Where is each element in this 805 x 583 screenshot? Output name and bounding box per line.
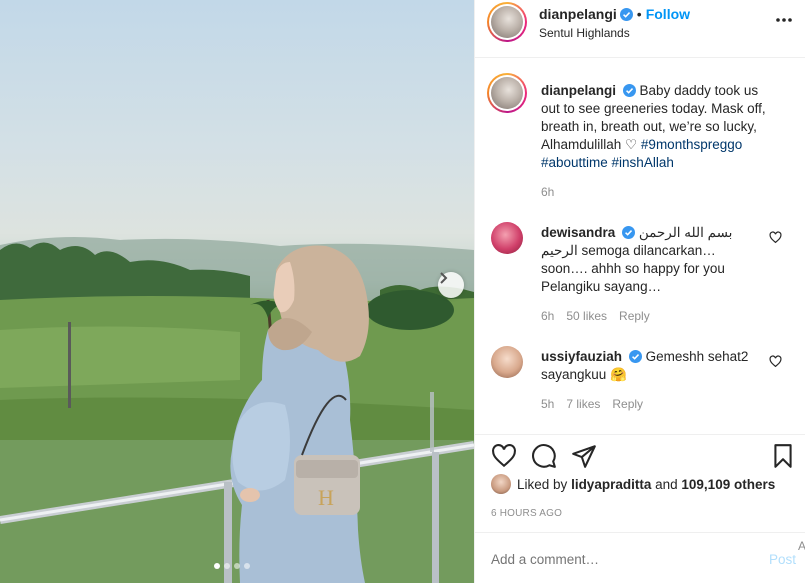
like-comment-heart-icon[interactable]: [769, 355, 782, 368]
liker-username[interactable]: lidyapraditta: [571, 477, 651, 492]
comment-time[interactable]: 5h: [541, 397, 554, 411]
more-options-icon[interactable]: [775, 17, 793, 23]
likes-count[interactable]: 109,109 others: [681, 477, 775, 492]
verified-badge-icon: [622, 226, 636, 239]
comment-likes[interactable]: 7 likes: [566, 397, 600, 411]
verified-badge-icon: [628, 350, 642, 363]
caption-time[interactable]: 6h: [541, 185, 554, 199]
likes-middle: and: [655, 476, 678, 492]
post-comment-button[interactable]: Post: [769, 552, 796, 567]
liker-avatar[interactable]: [491, 474, 511, 494]
like-heart-icon[interactable]: [491, 443, 517, 469]
chevron-right-icon: [440, 272, 448, 284]
commenter-username[interactable]: dewisandra: [541, 225, 615, 240]
caption-avatar[interactable]: [487, 73, 527, 113]
share-paper-plane-icon[interactable]: [571, 443, 597, 469]
like-comment-heart-icon[interactable]: [769, 231, 782, 244]
post-timestamp[interactable]: 6 HOURS AGO: [491, 508, 562, 519]
carousel-dot: [234, 563, 240, 569]
next-slide-button[interactable]: [438, 272, 464, 298]
carousel-dot: [244, 563, 250, 569]
post-header: dianpelangi • Follow Sentul Highlands: [475, 0, 805, 58]
verified-badge-icon: [622, 84, 636, 97]
action-bar: [475, 434, 805, 474]
author-username[interactable]: dianpelangi: [539, 6, 617, 22]
reply-button[interactable]: Reply: [612, 397, 643, 411]
reply-button[interactable]: Reply: [619, 309, 650, 323]
likes-summary: Liked by lidyapraditta and 109,109 other…: [491, 474, 775, 494]
post-photo[interactable]: H: [0, 0, 474, 583]
carousel-dot: [214, 563, 220, 569]
svg-text:H: H: [318, 485, 334, 510]
add-comment-bar: Post A: [475, 532, 805, 583]
comment-input[interactable]: [491, 552, 731, 567]
carousel-indicator: [214, 563, 250, 569]
caption-meta: 6h: [541, 185, 554, 199]
follow-button[interactable]: Follow: [646, 6, 690, 22]
post-sidebar: dianpelangi • Follow Sentul Highlands di…: [474, 0, 805, 583]
post-location[interactable]: Sentul Highlands: [539, 26, 690, 40]
clipped-text: A: [797, 539, 805, 553]
bookmark-icon[interactable]: [770, 443, 796, 469]
carousel-dot: [224, 563, 230, 569]
header-separator: •: [636, 6, 642, 22]
comment-bubble-icon[interactable]: [531, 443, 557, 469]
likes-prefix: Liked by: [517, 476, 568, 492]
comments-list[interactable]: dianpelangi Baby daddy took us out to se…: [475, 59, 805, 434]
commenter-avatar[interactable]: [491, 346, 523, 378]
comment-meta: 6h 50 likes Reply: [541, 309, 650, 323]
author-avatar[interactable]: [487, 2, 527, 42]
commenter-avatar[interactable]: [491, 222, 523, 254]
comment-likes[interactable]: 50 likes: [566, 309, 607, 323]
comment-time[interactable]: 6h: [541, 309, 554, 323]
caption-username[interactable]: dianpelangi: [541, 83, 616, 98]
photo-scene: H: [0, 236, 474, 583]
commenter-username[interactable]: ussiyfauziah: [541, 349, 622, 364]
verified-badge-icon: [619, 7, 633, 21]
comment-meta: 5h 7 likes Reply: [541, 397, 643, 411]
